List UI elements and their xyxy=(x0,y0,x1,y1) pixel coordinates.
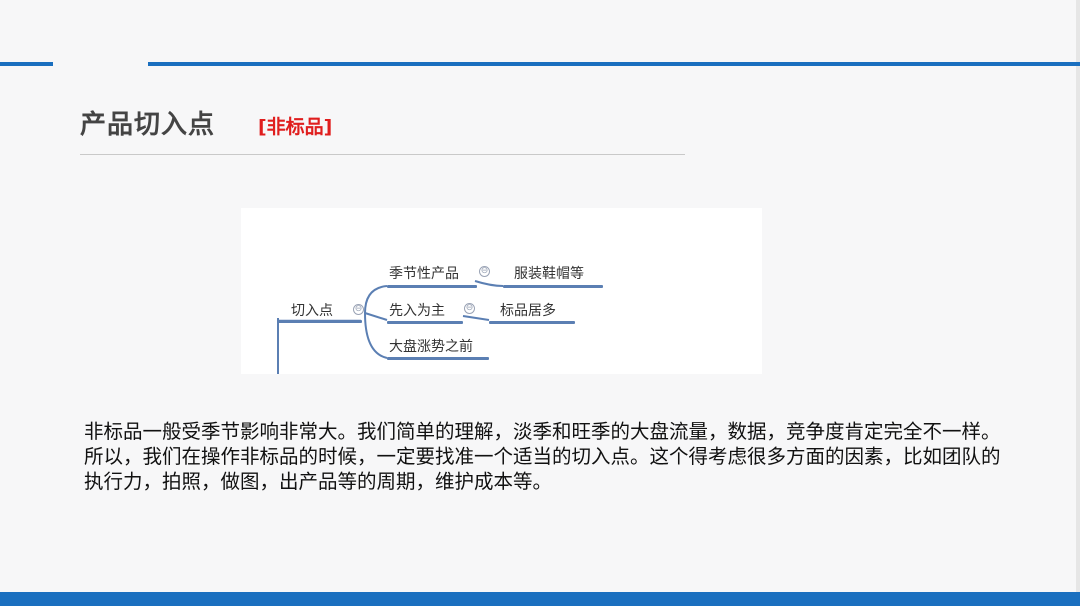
mindmap-leaf-node: 服装鞋帽等 xyxy=(514,266,584,282)
header-accent-bar-right xyxy=(148,62,1080,66)
footer-accent-bar xyxy=(0,592,1080,606)
mindmap-branch-node: 先入为主 xyxy=(389,303,445,319)
collapse-icon: ⊖ xyxy=(464,303,475,314)
mindmap-connectors xyxy=(277,280,504,374)
mindmap-leaf-node: 标品居多 xyxy=(500,303,556,319)
title-divider xyxy=(80,154,685,155)
right-edge-shade xyxy=(1076,0,1080,592)
slide-title: 产品切入点 xyxy=(80,110,216,140)
mindmap-root-node: 切入点 xyxy=(291,303,333,319)
header-accent-bar-left xyxy=(0,62,53,66)
mindmap-branch-underline xyxy=(387,321,463,324)
mindmap-root-underline xyxy=(278,320,362,323)
slide-title-tag: [非标品] xyxy=(258,116,333,138)
mindmap-branch-node: 季节性产品 xyxy=(389,266,459,282)
collapse-icon: ⊖ xyxy=(353,304,364,315)
body-paragraph: 非标品一般受季节影响非常大。我们简单的理解，淡季和旺季的大盘流量，数据，竞争度肯… xyxy=(84,420,1001,493)
mindmap-leaf-underline xyxy=(503,285,603,288)
mindmap-branch-underline xyxy=(387,285,477,288)
collapse-icon: ⊖ xyxy=(479,266,490,277)
mindmap-image: 切入点 ⊖ 季节性产品 ⊖ 服装鞋帽等 先入为主 ⊖ 标品居多 大盘涨势之前 xyxy=(241,208,762,374)
mindmap-leaf-underline xyxy=(489,321,575,324)
mindmap-branch-underline xyxy=(387,357,489,360)
mindmap-branch-node: 大盘涨势之前 xyxy=(389,339,473,355)
